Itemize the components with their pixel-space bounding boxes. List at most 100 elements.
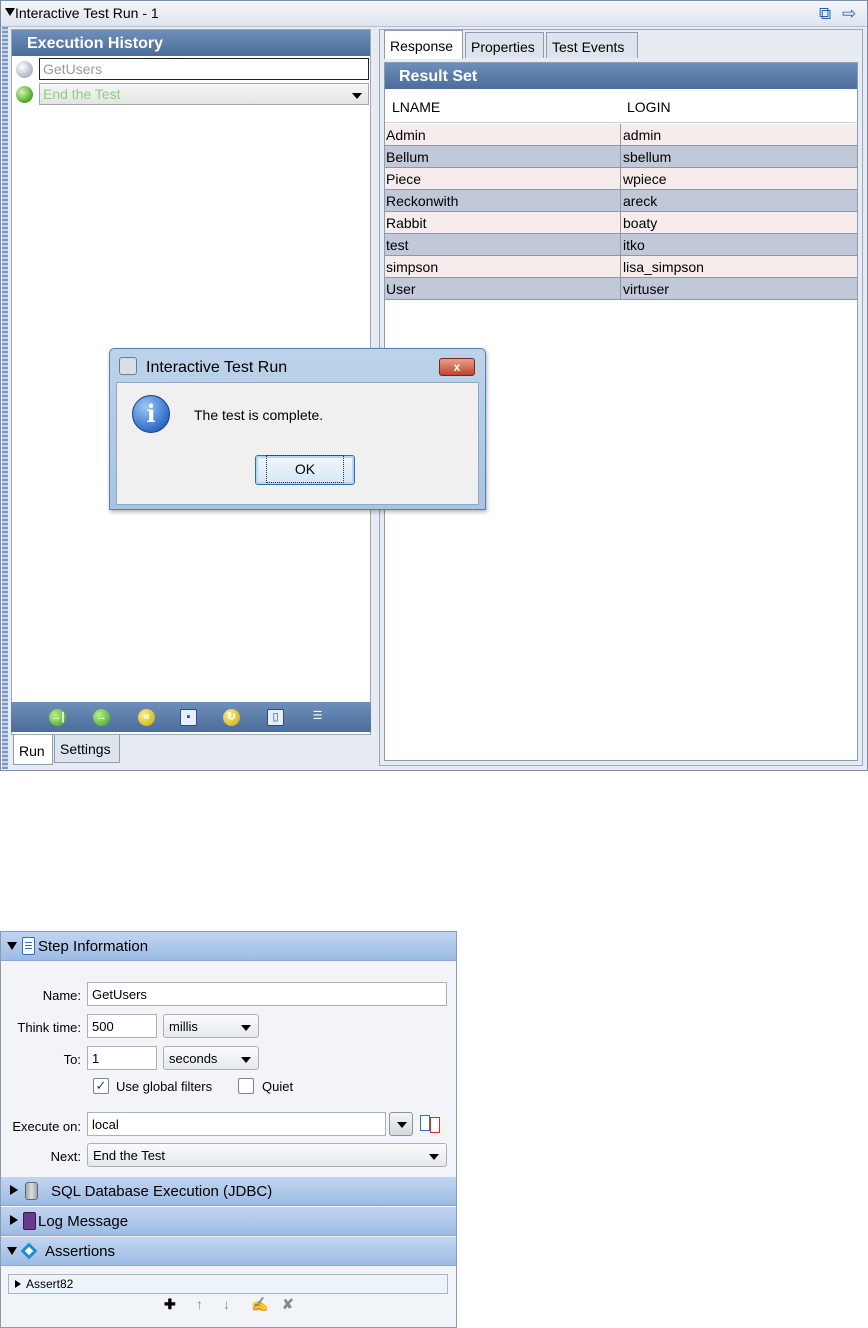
table-row[interactable]: Piece wpiece (385, 168, 857, 190)
to-label: To: (63, 1052, 81, 1067)
step-status-grey-icon (16, 61, 33, 78)
cell-lname: test (386, 237, 409, 253)
quiet-label: Quiet (262, 1079, 294, 1094)
chevron-down-icon (429, 1154, 439, 1160)
completion-dialog: Interactive Test Run x i The test is com… (109, 348, 486, 510)
collapsed-triangle-icon (10, 1185, 18, 1195)
next-step-select[interactable]: End the Test (87, 1143, 447, 1167)
table-row[interactable]: Admin admin (385, 124, 857, 146)
tab-response[interactable]: Response (384, 30, 463, 59)
chevron-down-icon (352, 93, 362, 99)
delete-icon[interactable]: ✘ (282, 1296, 294, 1313)
table-row[interactable]: User virtuser (385, 278, 857, 300)
step-into-icon[interactable]: →| (49, 709, 66, 726)
result-column-headers: LNAME LOGIN (385, 89, 857, 123)
log-icon (23, 1212, 36, 1230)
history-step-dropdown[interactable]: End the Test (39, 83, 369, 105)
quiet-checkbox[interactable] (238, 1078, 254, 1094)
history-step-name: End the Test (43, 86, 121, 102)
table-row[interactable]: Bellum sbellum (385, 146, 857, 168)
unit-value: millis (169, 1019, 198, 1034)
column-divider (620, 190, 621, 212)
delete-icon[interactable]: ▯ (267, 709, 284, 726)
cell-login: lisa_simpson (623, 259, 704, 275)
column-divider (620, 124, 621, 146)
cell-login: itko (623, 237, 645, 253)
name-field[interactable]: GetUsers (87, 982, 447, 1006)
execution-toolbar: →| → « ▪ ↻ ▯ ☰ (11, 702, 371, 732)
arrow-right-icon[interactable]: ⇨ (842, 4, 856, 24)
edit-icon[interactable]: ✍ (251, 1296, 268, 1313)
think-time-field[interactable]: 500 (87, 1014, 157, 1038)
column-divider (620, 146, 621, 168)
document-icon (22, 937, 35, 955)
execute-on-dropdown-button[interactable] (389, 1112, 413, 1136)
add-icon[interactable]: ✚ (164, 1296, 176, 1313)
save-icon[interactable]: ▪ (180, 709, 197, 726)
column-divider (620, 278, 621, 300)
section-step-information[interactable]: Step Information (1, 932, 456, 961)
cell-lname: Admin (386, 127, 426, 143)
assertion-item[interactable]: Assert82 (8, 1274, 448, 1294)
rewind-icon[interactable]: « (138, 709, 155, 726)
close-icon[interactable]: x (439, 358, 475, 376)
section-title: Assertions (45, 1243, 116, 1260)
column-divider (620, 168, 621, 190)
history-row-getusers[interactable]: GetUsers (14, 58, 370, 82)
section-title: Log Message (38, 1213, 129, 1230)
chevron-down-icon (241, 1057, 251, 1063)
chevron-down-icon (241, 1025, 251, 1031)
unit-value: seconds (169, 1051, 218, 1066)
ok-button[interactable]: OK (255, 455, 355, 485)
cell-login: sbellum (623, 149, 672, 165)
dialog-body: i The test is complete. OK (116, 382, 479, 505)
column-divider (620, 212, 621, 234)
app-logo-icon (119, 357, 137, 375)
history-step-name[interactable]: GetUsers (39, 58, 369, 80)
move-up-icon[interactable]: ↑ (196, 1296, 203, 1312)
cell-lname: Bellum (386, 149, 429, 165)
tab-settings[interactable]: Settings (54, 735, 120, 763)
move-down-icon[interactable]: ↓ (223, 1296, 230, 1312)
cell-lname: User (386, 281, 416, 297)
table-row[interactable]: simpson lisa_simpson (385, 256, 857, 278)
next-value: End the Test (93, 1148, 166, 1163)
replay-icon[interactable]: ↻ (223, 709, 240, 726)
copy-icon[interactable] (420, 1115, 442, 1133)
restore-icon[interactable]: ⧉ (819, 4, 831, 24)
cell-lname: Piece (386, 171, 422, 187)
run-icon[interactable]: → (93, 709, 110, 726)
collapse-caret-icon[interactable] (5, 8, 15, 16)
use-global-filters-label: Use global filters (116, 1079, 213, 1094)
info-icon: i (132, 395, 170, 433)
section-assertions[interactable]: Assertions (1, 1237, 456, 1266)
dialog-message: The test is complete. (194, 407, 324, 423)
tab-run[interactable]: Run (13, 735, 53, 765)
to-unit-select[interactable]: seconds (163, 1046, 259, 1070)
section-sql-database-execution[interactable]: SQL Database Execution (JDBC) (1, 1177, 456, 1206)
table-row[interactable]: test itko (385, 234, 857, 256)
tab-properties[interactable]: Properties (465, 32, 544, 58)
column-divider (620, 234, 621, 256)
step-status-green-icon (16, 86, 33, 103)
collapsed-triangle-icon (10, 1215, 18, 1225)
checklist-icon[interactable]: ☰ (309, 709, 326, 726)
window-side-strip (2, 27, 8, 769)
table-row[interactable]: Reckonwith areck (385, 190, 857, 212)
table-row[interactable]: Rabbit boaty (385, 212, 857, 234)
execution-history-header: Execution History (12, 30, 370, 56)
cell-login: wpiece (623, 171, 667, 187)
column-header-login[interactable]: LOGIN (627, 99, 671, 115)
history-row-end-the-test[interactable]: End the Test (14, 83, 370, 107)
to-field[interactable]: 1 (87, 1046, 157, 1070)
cell-lname: Rabbit (386, 215, 427, 231)
expanded-triangle-icon (7, 1247, 17, 1255)
result-set-header: Result Set (385, 63, 857, 89)
section-log-message[interactable]: Log Message (1, 1207, 456, 1236)
think-time-unit-select[interactable]: millis (163, 1014, 259, 1038)
use-global-filters-checkbox[interactable]: ✓ (93, 1078, 109, 1094)
tab-test-events[interactable]: Test Events (546, 32, 638, 58)
window-titlebar: Interactive Test Run - 1 ⧉ ⇨ (1, 1, 867, 27)
column-header-lname[interactable]: LNAME (392, 99, 440, 115)
execute-on-field[interactable]: local (87, 1112, 386, 1136)
